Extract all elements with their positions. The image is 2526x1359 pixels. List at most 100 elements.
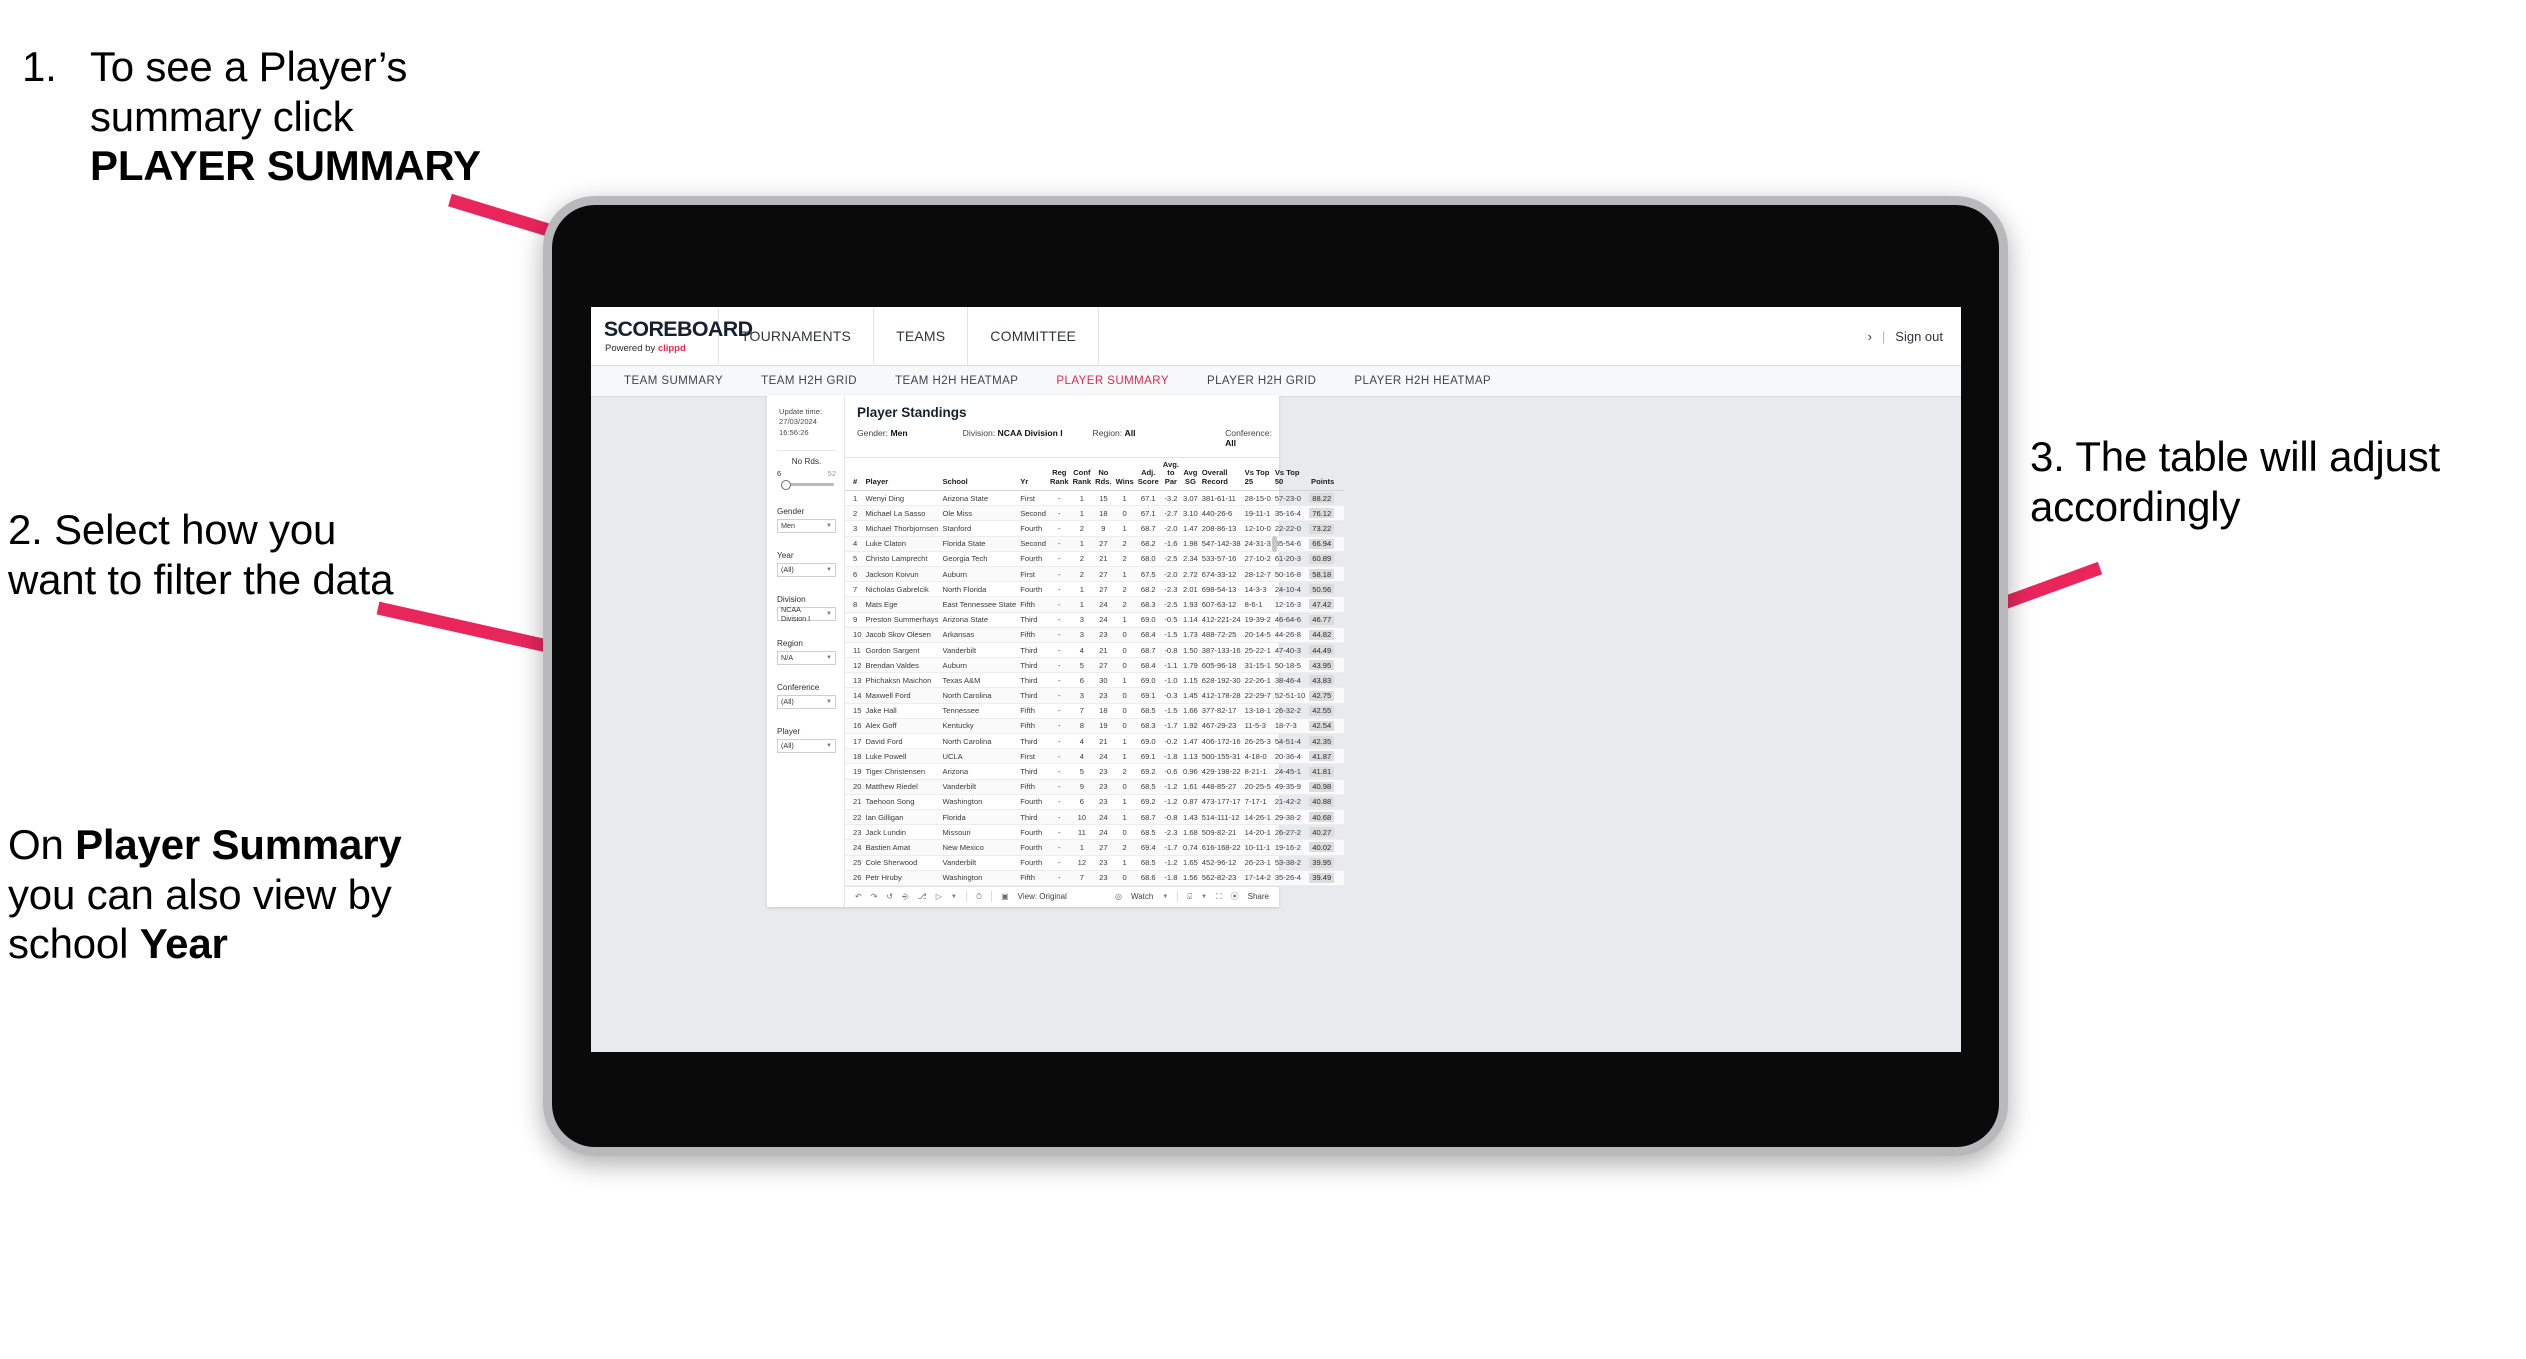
account-chevron-icon[interactable]: › xyxy=(1868,329,1872,344)
download-icon[interactable]: ⍌ xyxy=(1187,892,1192,902)
col-player[interactable]: Player xyxy=(863,458,941,492)
col-reg-rank[interactable]: Reg Rank xyxy=(1047,458,1071,492)
cell-vs-top-50: 21-42-2 xyxy=(1272,794,1308,810)
history-icon[interactable]: ⏱ xyxy=(976,892,982,902)
sign-out-button[interactable]: Sign out xyxy=(1895,329,1943,344)
cell-yr: First xyxy=(1018,748,1048,765)
table-row[interactable]: 20 Matthew Riedel Vanderbilt Fifth -9 23 0 68.5… xyxy=(845,779,1345,795)
pause-auto-update-icon[interactable]: ⎇ xyxy=(918,892,927,901)
chevron-down-icon[interactable]: ▼ xyxy=(951,894,957,900)
filter-conference-select[interactable]: (All) ▼ xyxy=(777,694,836,709)
col-school[interactable]: School xyxy=(940,458,1019,492)
no-rounds-slider[interactable] xyxy=(777,480,836,491)
table-row[interactable]: 18 Luke Powell UCLA First -4 24 1 69.1 -1.8 1.13 5… xyxy=(845,748,1345,765)
cell-reg-rank: - xyxy=(1047,809,1071,826)
view-original-label[interactable]: View: Original xyxy=(1018,892,1067,901)
tab-player-h2h-grid[interactable]: PLAYER H2H GRID xyxy=(1188,375,1335,387)
nav-item-committee[interactable]: COMMITTEE xyxy=(968,307,1100,365)
cell-points: 39.49 xyxy=(1307,870,1345,886)
table-scrollbar[interactable] xyxy=(1272,536,1277,552)
tab-team-summary[interactable]: TEAM SUMMARY xyxy=(605,375,742,387)
watch-icon[interactable]: ◎ xyxy=(1115,892,1122,901)
table-row[interactable]: 12 Brendan Valdes Auburn Third -5 27 0 68.4 -1.1… xyxy=(845,657,1345,674)
table-row[interactable]: 23 Jack Lundin Missouri Fourth -11 24 0 68.5 -2.… xyxy=(845,824,1345,841)
table-row[interactable]: 4 Luke Claton Florida State Second -1 27 2 68.2… xyxy=(845,536,1345,552)
table-row[interactable]: 15 Jake Hall Tennessee Fifth -7 18 0 68.5 -1.5 1.… xyxy=(845,703,1345,719)
table-row[interactable]: 7 Nicholas Gabrelcik North Florida Fourth -1… xyxy=(845,581,1345,598)
tab-player-h2h-heatmap[interactable]: PLAYER H2H HEATMAP xyxy=(1335,375,1510,387)
table-row[interactable]: 17 David Ford North Carolina Third -4 21 1 69.0… xyxy=(845,733,1345,750)
table-row[interactable]: 13 Phichaksn Maichon Texas A&M Third -6 30 1 69… xyxy=(845,672,1345,689)
col-no-rds-line2: Rds. xyxy=(1095,476,1112,486)
filter-gender-select[interactable]: Men ▼ xyxy=(777,518,836,533)
col-overall-record[interactable]: Overall Record xyxy=(1199,458,1243,492)
cell-wins: 0 xyxy=(1113,870,1136,886)
undo-icon[interactable]: ↶ xyxy=(855,892,862,901)
col-yr[interactable]: Yr xyxy=(1018,458,1048,492)
table-row[interactable]: 5 Christo Lamprecht Georgia Tech Fourth -2 21… xyxy=(845,551,1345,567)
fullscreen-icon[interactable]: ⛶ xyxy=(1216,892,1222,902)
watch-button[interactable]: Watch xyxy=(1131,892,1153,901)
cell-avg-sg: 3.07 xyxy=(1180,490,1200,507)
nav-item-teams[interactable]: TEAMS xyxy=(874,307,969,365)
table-row[interactable]: 11 Gordon Sargent Vanderbilt Third -4 21 0 68.7… xyxy=(845,642,1345,659)
filter-region-select[interactable]: N/A ▼ xyxy=(777,650,836,665)
cell-vs-top-50: 26-27-2 xyxy=(1272,824,1308,841)
tab-player-summary[interactable]: PLAYER SUMMARY xyxy=(1037,375,1188,387)
table-row[interactable]: 25 Cole Sherwood Vanderbilt Fourth -12 23 1 68.… xyxy=(845,855,1345,871)
tab-team-h2h-grid[interactable]: TEAM H2H GRID xyxy=(742,375,876,387)
redo-icon[interactable]: ↷ xyxy=(871,892,878,901)
cell-no-rds: 21 xyxy=(1093,642,1114,659)
table-row[interactable]: 24 Bastien Amat New Mexico Fourth -1 27 2 69.4-… xyxy=(845,839,1345,856)
table-row[interactable]: 6 Jackson Koivun Auburn First -2 27 1 67.5 -2.0 2… xyxy=(845,566,1345,583)
col-adj-score[interactable]: Adj. Score xyxy=(1135,458,1161,492)
table-row[interactable]: 1 Wenyi Ding Arizona State First -1 15 1 67.1 -3… xyxy=(845,490,1345,507)
table-row[interactable]: 8 Mats Ege East Tennessee State Fifth -1 24 2 6… xyxy=(845,596,1345,613)
table-row[interactable]: 3 Michael Thorbjornsen Stanford Fourth -2 9 1 6… xyxy=(845,520,1345,537)
col-vs-top-50[interactable]: Vs Top 50 xyxy=(1272,458,1308,492)
highlight-icon[interactable]: ▷ xyxy=(936,892,942,901)
cell-avg-sg: 2.01 xyxy=(1180,581,1200,598)
filter-division-select[interactable]: NCAA Division I ▼ xyxy=(777,605,836,623)
cell-vs-top-50: 50-18-5 xyxy=(1272,657,1308,674)
revert-icon[interactable]: ↺ xyxy=(886,892,893,901)
cell-player: Mats Ege xyxy=(863,596,941,613)
filter-player-select[interactable]: (All) ▼ xyxy=(777,738,836,753)
col-no-rds[interactable]: No Rds. xyxy=(1093,458,1114,492)
refresh-icon[interactable]: ⎆ xyxy=(902,892,908,902)
meta-gender: Gender: Men xyxy=(857,428,963,448)
col-avg-to-par[interactable]: Avg. to Par xyxy=(1160,458,1181,492)
slider-handle[interactable] xyxy=(781,480,791,491)
table-row[interactable]: 21 Taehoon Song Washington Fourth -6 23 1 69.2-… xyxy=(845,794,1345,810)
chevron-down-icon[interactable]: ▼ xyxy=(1162,894,1168,900)
view-icon[interactable]: ▣ xyxy=(1001,892,1009,901)
col-avg-sg[interactable]: Avg SG xyxy=(1180,458,1200,492)
table-body: 1 Wenyi Ding Arizona State First -1 15 1 67.1 -3… xyxy=(845,490,1345,886)
col-vs-top-25[interactable]: Vs Top 25 xyxy=(1242,458,1273,492)
table-row[interactable]: 22 Ian Gilligan Florida Third -10 24 1 68.7 -0.8… xyxy=(845,809,1345,826)
table-row[interactable]: 19 Tiger Christensen Arizona Third -5 23 2 69.2… xyxy=(845,763,1345,780)
table-row[interactable]: 14 Maxwell Ford North Carolina Third -3 23 0 69… xyxy=(845,687,1345,704)
table-row[interactable]: 26 Petr Hruby Washington Fifth -7 23 0 68.6 -1.8… xyxy=(845,870,1345,886)
slider-track[interactable] xyxy=(787,482,834,486)
chevron-down-icon[interactable]: ▼ xyxy=(1201,894,1207,900)
cell-reg-rank: - xyxy=(1047,490,1071,507)
table-row[interactable]: 9 Preston Summerhays Arizona State Third -3 2… xyxy=(845,612,1345,628)
col-points[interactable]: Points xyxy=(1307,458,1345,492)
filter-year-select[interactable]: (All) ▼ xyxy=(777,562,836,577)
scoreboard-logo[interactable]: SCOREBOARD Powered by clippd xyxy=(591,307,753,365)
table-row[interactable]: 16 Alex Goff Kentucky Fifth -8 19 0 68.3 -1.7 1.9… xyxy=(845,718,1345,735)
cell-conf-rank: 2 xyxy=(1070,551,1094,567)
tab-team-h2h-heatmap[interactable]: TEAM H2H HEATMAP xyxy=(876,375,1037,387)
cell-avg-to-par: -1.0 xyxy=(1160,672,1181,689)
cell-vs-top-50: 18-7-3 xyxy=(1272,718,1308,735)
share-button[interactable]: Share xyxy=(1248,892,1269,901)
col-rank[interactable]: # xyxy=(845,458,864,492)
col-wins[interactable]: Wins xyxy=(1113,458,1136,492)
table-row[interactable]: 10 Jacob Skov Olesen Arkansas Fifth -3 23 0 68.… xyxy=(845,627,1345,643)
tablet-device-frame: SCOREBOARD Powered by clippd TOURNAMENTS… xyxy=(543,196,2008,1156)
chevron-down-icon: ▼ xyxy=(826,742,832,749)
col-conf-rank[interactable]: Conf Rank xyxy=(1070,458,1094,492)
share-icon[interactable]: ⦿ xyxy=(1231,891,1239,902)
table-row[interactable]: 2 Michael La Sasso Ole Miss Second -1 18 0 67.1… xyxy=(845,505,1345,522)
